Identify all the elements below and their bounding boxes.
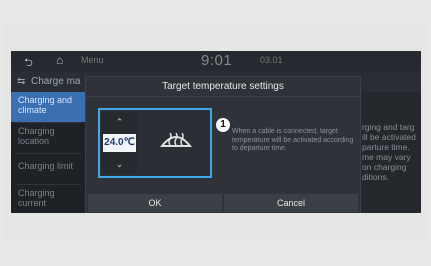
charge-icon: ⇆ [17, 76, 26, 87]
status-bar: ⮌ ⌂ Menu 9:01 03.01 [11, 51, 421, 71]
menu-button[interactable]: Menu [81, 55, 104, 65]
sidebar-item-label: Charging limit [18, 161, 74, 171]
sidebar-item-label: Charging and climate [18, 95, 73, 115]
chevron-up-icon[interactable]: ⌃ [102, 113, 137, 131]
sidebar-item-charging-location[interactable]: Charging location [11, 123, 85, 153]
divider [15, 153, 81, 154]
sidebar-item-charging-and-climate[interactable]: Charging and climate [11, 92, 85, 122]
background-info-line: rging and targ [362, 122, 415, 132]
dialog-title: Target temperature settings [86, 77, 360, 97]
callout-badge: 1 [216, 118, 230, 132]
background-info-line: on charging [362, 162, 407, 172]
clock-date: 03.01 [260, 55, 283, 65]
background-info-line: me may vary [362, 152, 411, 162]
home-icon[interactable]: ⌂ [56, 53, 63, 67]
background-info-line: ill be activated [362, 132, 416, 142]
sidebar: Charging and climate Charging location C… [11, 92, 85, 213]
front-defrost-icon[interactable] [156, 126, 196, 156]
background-info-line: ditions. [362, 172, 389, 182]
ok-button[interactable]: OK [88, 194, 222, 212]
target-temperature-dialog: Target temperature settings ⌃ 24.0℃ ⌄ 1 … [85, 76, 361, 213]
cancel-button[interactable]: Cancel [224, 194, 358, 212]
clock-time: 9:01 [201, 52, 233, 69]
sidebar-item-label: Charging location [18, 126, 55, 146]
background-info-panel: rging and targ ill be activated parture ti… [359, 92, 421, 213]
description-text: When a cable is connected, target temper… [232, 128, 354, 152]
temperature-control[interactable]: ⌃ 24.0℃ ⌄ [98, 108, 212, 178]
background-info-text: rging and targ ill be activated parture ti… [362, 122, 416, 182]
background-info-line: parture time. [362, 142, 410, 152]
sidebar-item-label: Charging current [18, 188, 55, 208]
chevron-down-icon[interactable]: ⌄ [102, 155, 137, 173]
temperature-stepper: ⌃ 24.0℃ ⌄ [102, 112, 137, 174]
sidebar-item-charging-current[interactable]: Charging current [11, 185, 85, 213]
infotainment-screen: ⮌ ⌂ Menu 9:01 03.01 ⇆ Charge ma Charging… [11, 51, 421, 213]
page-title: Charge ma [31, 76, 81, 87]
temperature-value: 24.0℃ [103, 134, 136, 152]
